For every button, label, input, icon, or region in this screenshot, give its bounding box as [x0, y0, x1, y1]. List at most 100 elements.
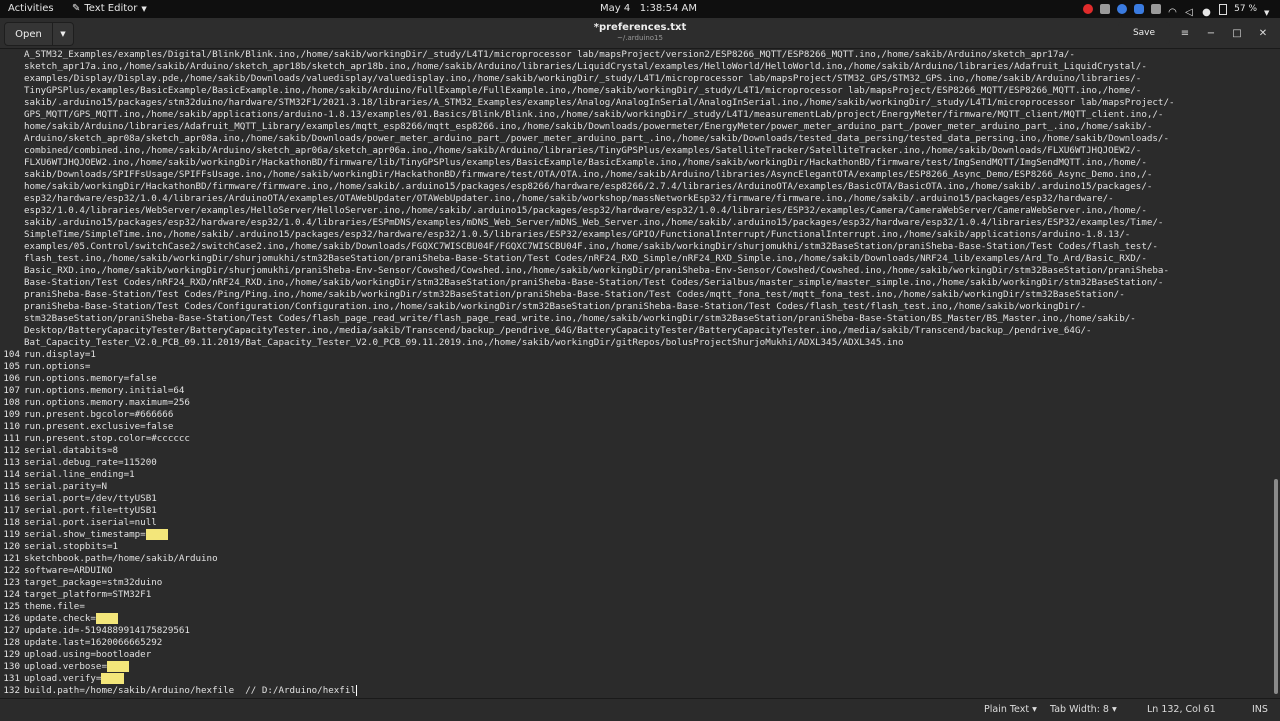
wifi-icon[interactable]: ◠ — [1168, 4, 1178, 18]
line-text: flash_test.ino,/home/sakib/workingDir/sh… — [24, 253, 1147, 264]
clock[interactable]: May 4 1:38:54 AM — [600, 0, 697, 18]
wrapped-text-line[interactable]: esp32/1.0.4/libraries/WebServer/examples… — [0, 205, 1272, 217]
wrapped-text-line[interactable]: praniSheba-Base-Station/Test Codes/Confi… — [0, 301, 1272, 313]
text-line[interactable]: 127 update.id=-5194889914175829561 — [0, 625, 1272, 637]
line-number: 108 — [3, 397, 20, 408]
text-line[interactable]: 129 upload.using=bootloader — [0, 649, 1272, 661]
battery-icon[interactable] — [1219, 3, 1228, 15]
wrapped-text-line[interactable]: examples/Display/Display.pde,/home/sakib… — [0, 73, 1272, 85]
text-line[interactable]: 111 run.present.stop.color=#cccccc — [0, 433, 1272, 445]
wrapped-text-line[interactable]: Desktop/BatteryCapacityTester/BatteryCap… — [0, 325, 1272, 337]
text-line[interactable]: 125 theme.file= — [0, 601, 1272, 613]
text-line[interactable]: 118 serial.port.iserial=null — [0, 517, 1272, 529]
screen-icon[interactable] — [1151, 4, 1162, 14]
text-editor-area[interactable]: A_STM32_Examples/examples/Digital/Blink/… — [0, 49, 1272, 697]
hamburger-menu-icon[interactable]: ≡ — [1174, 22, 1196, 44]
wrapped-text-line[interactable]: praniSheba-Base-Station/Test Codes/Ping/… — [0, 289, 1272, 301]
line-text: run.present.stop.color=#cccccc — [24, 433, 190, 445]
wrapped-text-line[interactable]: sketch_apr17a.ino,/home/sakib/Arduino/sk… — [0, 61, 1272, 73]
wrapped-text-line[interactable]: sakib/.arduino15/packages/stm32duino/har… — [0, 97, 1272, 109]
line-text: run.options.memory.maximum=256 — [24, 397, 190, 409]
text-line[interactable]: 119 serial.show_timestamp=true — [0, 529, 1272, 541]
wrapped-text-line[interactable]: home/sakib/Arduino/libraries/Adafruit_MQ… — [0, 121, 1272, 133]
line-number: 129 — [3, 649, 20, 660]
close-icon[interactable]: ✕ — [1252, 22, 1274, 44]
chat-app-icon[interactable] — [1134, 4, 1145, 14]
line-text: run.present.exclusive=false — [24, 421, 173, 433]
vertical-scrollbar[interactable] — [1272, 49, 1280, 697]
wrapped-text-line[interactable]: home/sakib/workingDir/HackathonBD/firmwa… — [0, 181, 1272, 193]
text-line[interactable]: 114 serial.line_ending=1 — [0, 469, 1272, 481]
line-text: praniSheba-Base-Station/Test Codes/Ping/… — [24, 289, 1125, 300]
text-line[interactable]: 110 run.present.exclusive=false — [0, 421, 1272, 433]
chrome-remote-icon[interactable] — [1117, 4, 1128, 14]
line-number: 112 — [3, 445, 20, 456]
wrapped-text-line[interactable]: Basic_RXD.ino,/home/sakib/workingDir/shu… — [0, 265, 1272, 277]
wrapped-text-line[interactable]: combined/combined.ino,/home/sakib/Arduin… — [0, 145, 1272, 157]
text-line[interactable]: 105 run.options= — [0, 361, 1272, 373]
text-line[interactable]: 131 upload.verify=true — [0, 673, 1272, 685]
text-line[interactable]: 128 update.last=1620066665292 — [0, 637, 1272, 649]
document-title: *preferences.txt — [593, 22, 687, 33]
microphone-icon[interactable]: ● — [1202, 4, 1212, 18]
text-line[interactable]: 123 target_package=stm32duino — [0, 577, 1272, 589]
text-line[interactable]: 117 serial.port.file=ttyUSB1 — [0, 505, 1272, 517]
tab-width-selector[interactable]: Tab Width: 8 ▾ — [1050, 699, 1117, 721]
wrapped-text-line[interactable]: stm32BaseStation/praniSheba-Base-Station… — [0, 313, 1272, 325]
activities-button[interactable]: Activities — [8, 0, 54, 18]
wrapped-text-line[interactable]: examples/05.Control/switchCase2/switchCa… — [0, 241, 1272, 253]
save-button[interactable]: Save — [1118, 22, 1170, 44]
text-line[interactable]: 116 serial.port=/dev/ttyUSB1 — [0, 493, 1272, 505]
text-line[interactable]: 124 target_platform=STM32F1 — [0, 589, 1272, 601]
text-line[interactable]: 115 serial.parity=N — [0, 481, 1272, 493]
text-line[interactable]: 104 run.display=1 — [0, 349, 1272, 361]
language-selector[interactable]: Plain Text ▾ — [984, 699, 1037, 721]
text-line[interactable]: 130 upload.verbose=true — [0, 661, 1272, 673]
cursor-position[interactable]: Ln 132, Col 61 — [1147, 699, 1216, 721]
wrapped-text-line[interactable]: Arduino/sketch_apr08a/sketch_apr08a.ino,… — [0, 133, 1272, 145]
wrapped-text-line[interactable]: FLXU6WTJHQJOEW2.ino,/home/sakib/workingD… — [0, 157, 1272, 169]
text-line[interactable]: 106 run.options.memory=false — [0, 373, 1272, 385]
chevron-down-icon[interactable]: ▼ — [53, 23, 73, 45]
line-content: upload.verify= — [24, 673, 102, 684]
line-text: serial.databits=8 — [24, 445, 118, 457]
wrapped-text-line[interactable]: Base-Station/Test Codes/nRF24_RXD/nRF24_… — [0, 277, 1272, 289]
text-line[interactable]: 120 serial.stopbits=1 — [0, 541, 1272, 553]
text-line[interactable]: 108 run.options.memory.maximum=256 — [0, 397, 1272, 409]
chevron-down-icon[interactable]: ▼ — [1264, 4, 1274, 17]
text-line[interactable]: 126 update.check=true — [0, 613, 1272, 625]
app-menu[interactable]: ✎ Text Editor ▼ — [72, 0, 147, 18]
text-line[interactable]: 112 serial.databits=8 — [0, 445, 1272, 457]
system-tray[interactable]: ◠ ◁ ● 57 % ▼ — [1083, 0, 1274, 18]
open-button[interactable]: Open ▼ — [4, 22, 74, 46]
line-content: serial.port.iserial=null — [24, 517, 157, 528]
wrapped-text-line[interactable]: flash_test.ino,/home/sakib/workingDir/sh… — [0, 253, 1272, 265]
wrapped-text-line[interactable]: GPS_MQTT/GPS_MQTT.ino,/home/sakib/applic… — [0, 109, 1272, 121]
wrapped-text-line[interactable]: sakib/.arduino15/packages/esp32/hardware… — [0, 217, 1272, 229]
text-line[interactable]: 109 run.present.bgcolor=#666666 — [0, 409, 1272, 421]
line-text: GPS_MQTT/GPS_MQTT.ino,/home/sakib/applic… — [24, 109, 1164, 120]
text-line[interactable]: 121 sketchbook.path=/home/sakib/Arduino — [0, 553, 1272, 565]
wrapped-text-line[interactable]: SimpleTime/SimpleTime.ino,/home/sakib/.a… — [0, 229, 1272, 241]
minimize-icon[interactable]: − — [1200, 22, 1222, 44]
line-text: serial.port=/dev/ttyUSB1 — [24, 493, 157, 505]
text-line[interactable]: 122 software=ARDUINO — [0, 565, 1272, 577]
text-line[interactable]: 113 serial.debug_rate=115200 — [0, 457, 1272, 469]
wrapped-text-line[interactable]: esp32/hardware/esp32/1.0.4/libraries/Ard… — [0, 193, 1272, 205]
line-number: 109 — [3, 409, 20, 420]
discord-icon[interactable] — [1100, 4, 1111, 14]
line-content: run.options.memory=false — [24, 373, 157, 384]
wrapped-text-line[interactable]: A_STM32_Examples/examples/Digital/Blink/… — [0, 49, 1272, 61]
wrapped-text-line[interactable]: sakib/Downloads/SPIFFsUsage/SPIFFsUsage.… — [0, 169, 1272, 181]
record-indicator-icon[interactable] — [1083, 4, 1094, 14]
text-line[interactable]: 132 build.path=/home/sakib/Arduino/hexfil… — [0, 685, 1272, 697]
text-line[interactable]: 107 run.options.memory.initial=64 — [0, 385, 1272, 397]
wrapped-text-line[interactable]: TinyGPSPlus/examples/BasicExample/BasicE… — [0, 85, 1272, 97]
line-number: 119 — [3, 529, 20, 540]
scrollbar-thumb[interactable] — [1274, 479, 1278, 694]
maximize-icon[interactable]: □ — [1226, 22, 1248, 44]
line-text: serial.port.iserial=null — [24, 517, 157, 529]
wrapped-text-line[interactable]: Bat_Capacity_Tester_V2.0_PCB_09.11.2019/… — [0, 337, 1272, 349]
line-number: 130 — [3, 661, 20, 672]
volume-icon[interactable]: ◁ — [1185, 4, 1195, 18]
